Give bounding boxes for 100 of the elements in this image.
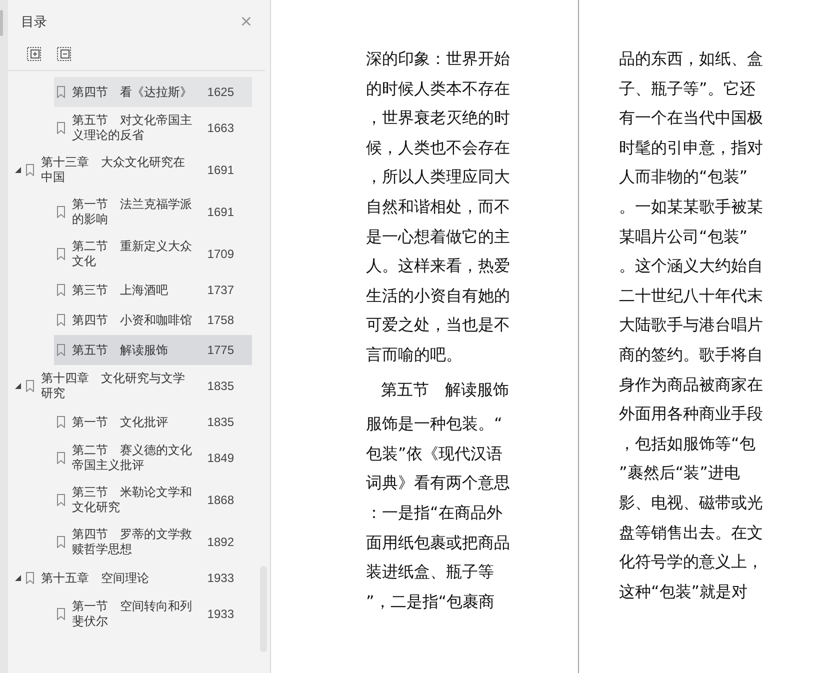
toc-title: 第三节 上海酒吧 (72, 282, 169, 298)
page-number: 1933 (207, 606, 234, 623)
bookmark-icon (26, 380, 34, 392)
toc-item[interactable]: 第三节 米勒论文学和文化研究 1868 (54, 479, 252, 521)
toc-item[interactable]: 第五节 对文化帝国主义理论的反省 1663 (54, 107, 252, 149)
text-line: 化符号学的意义上， (619, 551, 763, 574)
page-number: 1835 (207, 378, 234, 395)
toc-title: 第四节 罗蒂的文学救赎哲学思想 (72, 527, 193, 557)
toc-item[interactable]: 第二节 赛义德的文化帝国主义批评 1849 (54, 437, 252, 479)
text-line: 大陆歌手与港台唱片 (619, 314, 763, 336)
bookmark-icon (57, 248, 65, 260)
page-number: 1663 (207, 120, 234, 137)
expand-arrow-icon[interactable] (15, 383, 21, 389)
toc-title: 第五节 解读服饰 (72, 342, 169, 358)
toc-title: 第一节 法兰克福学派的影响 (72, 197, 193, 227)
text-line: 人而非物的“包装” (619, 166, 748, 188)
toc-item[interactable]: 第四节 看《达拉斯》 1625 (54, 77, 252, 107)
toc-item[interactable]: 第二节 重新定义大众文化 1709 (54, 233, 252, 275)
bookmark-icon (57, 608, 65, 620)
bookmark-icon (26, 572, 34, 584)
toc-title: 第十三章 大众文化研究在中国 (41, 155, 186, 185)
text-line: 外面用各种商业手段 (619, 403, 763, 426)
toc-item[interactable]: 第三节 上海酒吧 1737 (54, 275, 252, 305)
page-number: 1691 (207, 162, 234, 179)
scroll-thumb[interactable] (0, 10, 3, 36)
section-heading: 第五节 解读服饰 (381, 378, 509, 401)
toc-item[interactable]: 第一节 法兰克福学派的影响 1691 (54, 191, 252, 233)
text-line: ，所以人类理应同大 (366, 166, 510, 188)
toc-item[interactable]: 第四节 罗蒂的文学救赎哲学思想 1892 (54, 521, 252, 563)
text-line: 词典》看有两个意思 (366, 472, 510, 494)
expand-arrow-icon[interactable] (15, 575, 21, 581)
text-line: 面用纸包裹或把商品 (366, 532, 510, 554)
page-number: 1849 (207, 450, 234, 467)
bookmark-icon (57, 416, 65, 428)
text-line: 自然和谐相处，而不 (366, 196, 510, 218)
bookmark-icon (26, 164, 34, 176)
text-line: 时髦的引申意，指对 (619, 136, 763, 159)
text-line: 包装”依《现代汉语 (366, 442, 502, 465)
page-number: 1691 (207, 204, 234, 221)
page-number: 1625 (207, 84, 234, 101)
text-line: ”，二是指“包裹商 (366, 590, 495, 613)
text-line: 。一如某某歌手被某 (619, 196, 763, 218)
bookmark-icon (57, 452, 65, 464)
bookmark-icon (57, 86, 65, 98)
page-number: 1868 (207, 492, 234, 509)
text-line: ，包括如服饰等“包 (619, 432, 756, 455)
page-number: 1709 (207, 246, 234, 263)
expand-all-icon[interactable] (27, 47, 41, 61)
page-number: 1835 (207, 414, 234, 431)
toc-title: 第四节 小资和咖啡馆 (72, 312, 193, 328)
page-number: 1737 (207, 282, 234, 299)
text-line: 子、瓶子等”。它还 (619, 78, 756, 100)
text-line: 深的印象：世界开始 (366, 48, 510, 70)
page-number: 1892 (207, 534, 234, 551)
expand-arrow-icon[interactable] (15, 167, 21, 173)
text-line: ：一是指“在商品外 (366, 502, 502, 524)
text-line: 装进纸盒、瓶子等 (366, 561, 494, 584)
text-line: 言而喻的吧。 (366, 344, 462, 366)
text-line: 某唱片公司“包装” (619, 226, 748, 248)
text-line: 的时候人类本不存在 (366, 78, 510, 100)
bookmark-icon (57, 284, 65, 296)
toc-title: 第四节 看《达拉斯》 (72, 84, 193, 100)
toc-title: 第十四章 文化研究与文学研究 (41, 371, 186, 401)
panel-title: 目录 (21, 13, 47, 32)
text-line: 。这个涵义大约始自 (619, 255, 763, 278)
toc-item[interactable]: 第十三章 大众文化研究在中国 1691 (28, 149, 252, 191)
text-line: 人。这样来看，热爱 (366, 255, 510, 278)
text-line: 有一个在当代中国极 (619, 107, 763, 130)
toc-item[interactable]: 第五节 解读服饰 1775 (54, 335, 252, 365)
toc-title: 第二节 赛义德的文化帝国主义批评 (72, 443, 193, 473)
bookmark-icon (57, 314, 65, 326)
bookmark-icon (57, 494, 65, 506)
toc-item[interactable]: 第十四章 文化研究与文学研究 1835 (28, 365, 252, 407)
page-number: 1775 (207, 342, 234, 359)
bookmark-icon (57, 122, 65, 134)
page-number: 1758 (207, 312, 234, 329)
text-line: 身作为商品被商家在 (619, 374, 763, 396)
text-line: 这种“包装”就是对 (619, 580, 748, 603)
toc-item[interactable]: 第十五章 空间理论 1933 (28, 563, 252, 593)
text-line: 盘等销售出去。在文 (619, 522, 763, 544)
page-number: 1933 (207, 570, 234, 587)
toc-item[interactable]: 第一节 文化批评 1835 (54, 407, 252, 437)
text-line: 是一心想着做它的主 (366, 226, 510, 248)
toc-title: 第一节 空间转向和列斐伏尔 (72, 599, 193, 629)
text-line: 二十世纪八十年代末 (619, 284, 763, 307)
toc-title: 第一节 文化批评 (72, 414, 169, 430)
toc-title: 第十五章 空间理论 (41, 570, 150, 586)
text-line: 生活的小资自有她的 (366, 284, 510, 307)
collapse-all-icon[interactable] (57, 47, 71, 61)
toc-item[interactable]: 第四节 小资和咖啡馆 1758 (54, 305, 252, 335)
bookmark-icon (57, 344, 65, 356)
toc-title: 第二节 重新定义大众文化 (72, 239, 193, 269)
text-line: ，世界衰老灭绝的时 (366, 107, 510, 130)
text-line: 候，人类也不会存在 (366, 136, 510, 159)
text-line: 商的签约。歌手将自 (619, 344, 763, 366)
toc-title: 第五节 对文化帝国主义理论的反省 (72, 113, 193, 143)
toc-title: 第三节 米勒论文学和文化研究 (72, 485, 193, 515)
text-line: 可爱之处，当也是不 (366, 314, 510, 336)
toc-item[interactable]: 第一节 空间转向和列斐伏尔 1933 (54, 593, 252, 635)
text-line: ”裹然后“装”进电 (619, 462, 740, 484)
